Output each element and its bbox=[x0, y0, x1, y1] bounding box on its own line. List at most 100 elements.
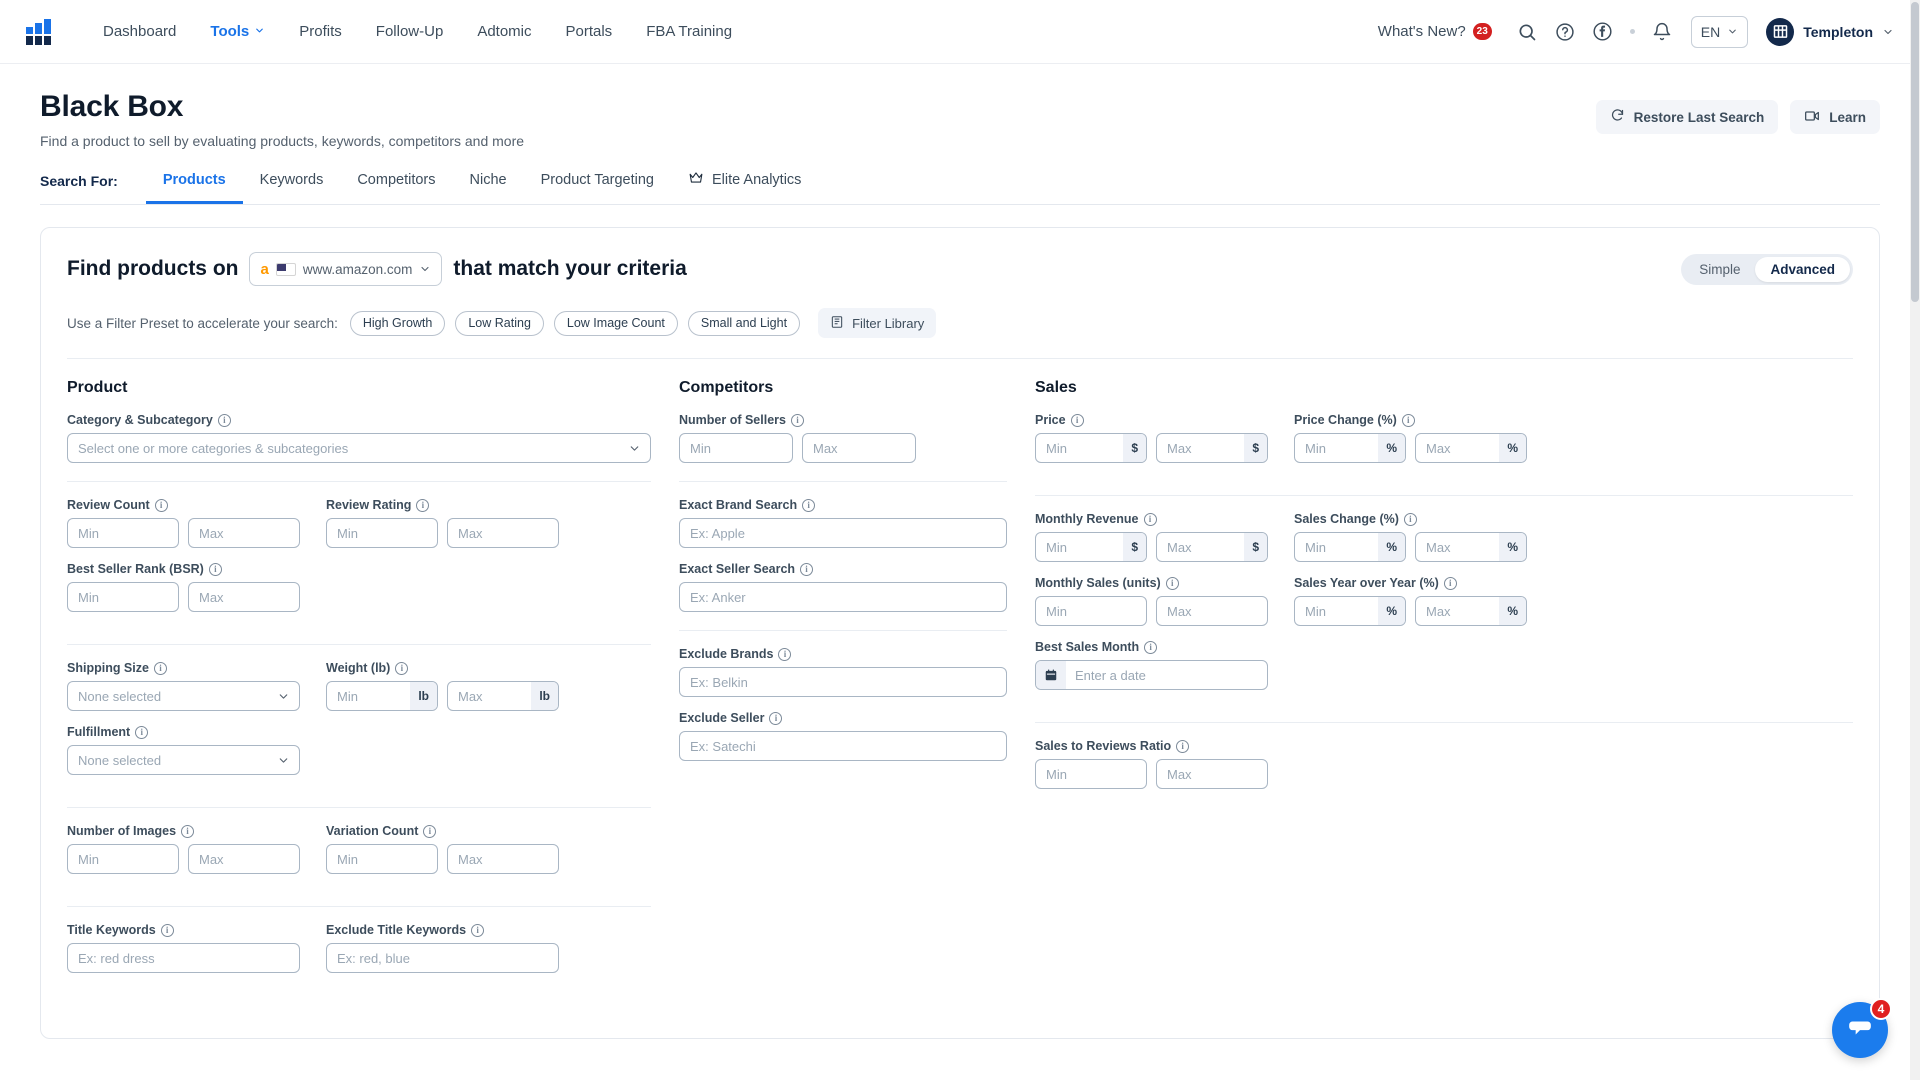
info-icon[interactable]: i bbox=[802, 498, 816, 512]
info-icon[interactable]: i bbox=[790, 413, 804, 427]
info-icon[interactable]: i bbox=[181, 824, 195, 838]
nav-item-dashboard[interactable]: Dashboard bbox=[86, 0, 193, 64]
info-icon[interactable]: i bbox=[1070, 413, 1084, 427]
category-select[interactable]: Select one or more categories & subcateg… bbox=[67, 433, 651, 463]
sales-yoy-min-input[interactable]: Min % bbox=[1294, 596, 1406, 626]
weight-max-input[interactable]: Max lb bbox=[447, 681, 559, 711]
title-keywords-input[interactable]: Ex: red dress bbox=[67, 943, 300, 973]
fulfillment-select[interactable]: None selected bbox=[67, 745, 300, 775]
mode-simple-option[interactable]: Simple bbox=[1684, 257, 1755, 282]
price-change-max-input[interactable]: Max % bbox=[1415, 433, 1527, 463]
sales-to-reviews-min-input[interactable]: Min bbox=[1035, 759, 1147, 789]
language-selector[interactable]: EN bbox=[1690, 15, 1749, 48]
bell-icon[interactable] bbox=[1643, 13, 1681, 51]
info-icon[interactable]: i bbox=[423, 824, 437, 838]
nav-item-fba-training[interactable]: FBA Training bbox=[629, 0, 749, 64]
info-icon[interactable]: i bbox=[1176, 739, 1190, 753]
restore-last-search-button[interactable]: Restore Last Search bbox=[1595, 100, 1779, 134]
marketplace-selector[interactable]: a www.amazon.com bbox=[249, 252, 443, 286]
nav-item-adtomic[interactable]: Adtomic bbox=[460, 0, 548, 64]
info-icon[interactable]: i bbox=[1143, 512, 1157, 526]
info-icon[interactable]: i bbox=[154, 498, 168, 512]
info-icon[interactable]: i bbox=[217, 413, 231, 427]
info-icon[interactable]: i bbox=[395, 661, 409, 675]
tab-elite-analytics[interactable]: Elite Analytics bbox=[671, 171, 818, 204]
tab-product-targeting[interactable]: Product Targeting bbox=[524, 172, 671, 204]
filter-library-button[interactable]: Filter Library bbox=[818, 308, 937, 338]
field-category-subcategory: Category & Subcategory i Select one or m… bbox=[67, 413, 651, 463]
whats-new-link[interactable]: What's New? 23 bbox=[1378, 23, 1492, 40]
sales-change-min-input[interactable]: Min % bbox=[1294, 532, 1406, 562]
number-of-images-max-input[interactable]: Max bbox=[188, 844, 300, 874]
exclude-title-keywords-input[interactable]: Ex: red, blue bbox=[326, 943, 559, 973]
sales-divider-2 bbox=[1035, 722, 1853, 723]
helium-bar-logo[interactable] bbox=[26, 18, 56, 45]
nav-item-portals[interactable]: Portals bbox=[549, 0, 630, 64]
variation-count-max-input[interactable]: Max bbox=[447, 844, 559, 874]
monthly-revenue-max-input[interactable]: Max $ bbox=[1156, 532, 1268, 562]
tab-products[interactable]: Products bbox=[145, 172, 243, 204]
preset-chip-low-rating[interactable]: Low Rating bbox=[455, 310, 544, 336]
preset-chip-high-growth[interactable]: High Growth bbox=[349, 310, 446, 336]
price-min-input[interactable]: Min $ bbox=[1035, 433, 1147, 463]
tab-niche[interactable]: Niche bbox=[453, 172, 524, 204]
info-icon[interactable]: i bbox=[208, 562, 222, 576]
exclude-seller-input[interactable]: Ex: Satechi bbox=[679, 731, 1007, 761]
tab-keywords[interactable]: Keywords bbox=[243, 172, 341, 204]
info-icon[interactable]: i bbox=[1403, 512, 1417, 526]
exclude-brands-input[interactable]: Ex: Belkin bbox=[679, 667, 1007, 697]
info-icon[interactable]: i bbox=[160, 923, 174, 937]
best-sales-month-input[interactable]: Enter a date bbox=[1035, 660, 1268, 690]
page-scrollbar-thumb[interactable] bbox=[1911, 2, 1919, 302]
user-menu[interactable]: Templeton bbox=[1766, 17, 1894, 46]
exact-seller-search-input[interactable]: Ex: Anker bbox=[679, 582, 1007, 612]
variation-count-min-input[interactable]: Min bbox=[326, 844, 438, 874]
sales-yoy-max-input[interactable]: Max % bbox=[1415, 596, 1527, 626]
info-icon[interactable]: i bbox=[135, 725, 149, 739]
info-icon[interactable]: i bbox=[471, 923, 485, 937]
sales-change-max-input[interactable]: Max % bbox=[1415, 532, 1527, 562]
price-max-input[interactable]: Max $ bbox=[1156, 433, 1268, 463]
review-rating-max-input[interactable]: Max bbox=[447, 518, 559, 548]
info-icon[interactable]: i bbox=[416, 498, 430, 512]
nav-item-profits[interactable]: Profits bbox=[282, 0, 359, 64]
sales-to-reviews-max-input[interactable]: Max bbox=[1156, 759, 1268, 789]
info-icon[interactable]: i bbox=[1443, 576, 1457, 590]
search-icon[interactable] bbox=[1508, 13, 1546, 51]
facebook-icon[interactable] bbox=[1584, 13, 1622, 51]
bsr-min-input[interactable]: Min bbox=[67, 582, 179, 612]
page-scrollbar-track[interactable] bbox=[1910, 0, 1920, 1080]
monthly-revenue-min-input[interactable]: Min $ bbox=[1035, 532, 1147, 562]
tab-competitors[interactable]: Competitors bbox=[340, 172, 452, 204]
monthly-sales-min-input[interactable]: Min bbox=[1035, 596, 1147, 626]
info-icon[interactable]: i bbox=[153, 661, 167, 675]
number-of-sellers-min-input[interactable]: Min bbox=[679, 433, 793, 463]
info-icon[interactable]: i bbox=[769, 711, 783, 725]
learn-button[interactable]: Learn bbox=[1790, 100, 1880, 134]
shipping-size-select[interactable]: None selected bbox=[67, 681, 300, 711]
weight-min-input[interactable]: Min lb bbox=[326, 681, 438, 711]
number-of-images-min-input[interactable]: Min bbox=[67, 844, 179, 874]
info-icon[interactable]: i bbox=[800, 562, 814, 576]
info-icon[interactable]: i bbox=[1165, 576, 1179, 590]
price-change-min-input[interactable]: Min % bbox=[1294, 433, 1406, 463]
review-count-min-input[interactable]: Min bbox=[67, 518, 179, 548]
exact-brand-search-input[interactable]: Ex: Apple bbox=[679, 518, 1007, 548]
info-icon[interactable]: i bbox=[1401, 413, 1415, 427]
info-icon[interactable]: i bbox=[778, 647, 792, 661]
nav-item-tools[interactable]: Tools bbox=[193, 0, 282, 64]
number-of-sellers-max-input[interactable]: Max bbox=[802, 433, 916, 463]
chat-launcher-button[interactable]: 4 bbox=[1832, 998, 1892, 1058]
preset-chip-small-and-light[interactable]: Small and Light bbox=[687, 310, 801, 336]
review-count-max-input[interactable]: Max bbox=[188, 518, 300, 548]
header-actions: Restore Last Search Learn bbox=[1595, 100, 1880, 134]
review-rating-min-input[interactable]: Min bbox=[326, 518, 438, 548]
field-label: Best Sales Month i bbox=[1035, 640, 1268, 654]
mode-advanced-option[interactable]: Advanced bbox=[1755, 256, 1850, 282]
preset-chip-low-image-count[interactable]: Low Image Count bbox=[553, 310, 678, 336]
monthly-sales-max-input[interactable]: Max bbox=[1156, 596, 1268, 626]
info-icon[interactable]: i bbox=[1144, 640, 1158, 654]
nav-item-follow-up[interactable]: Follow-Up bbox=[359, 0, 461, 64]
bsr-max-input[interactable]: Max bbox=[188, 582, 300, 612]
help-icon[interactable] bbox=[1546, 13, 1584, 51]
